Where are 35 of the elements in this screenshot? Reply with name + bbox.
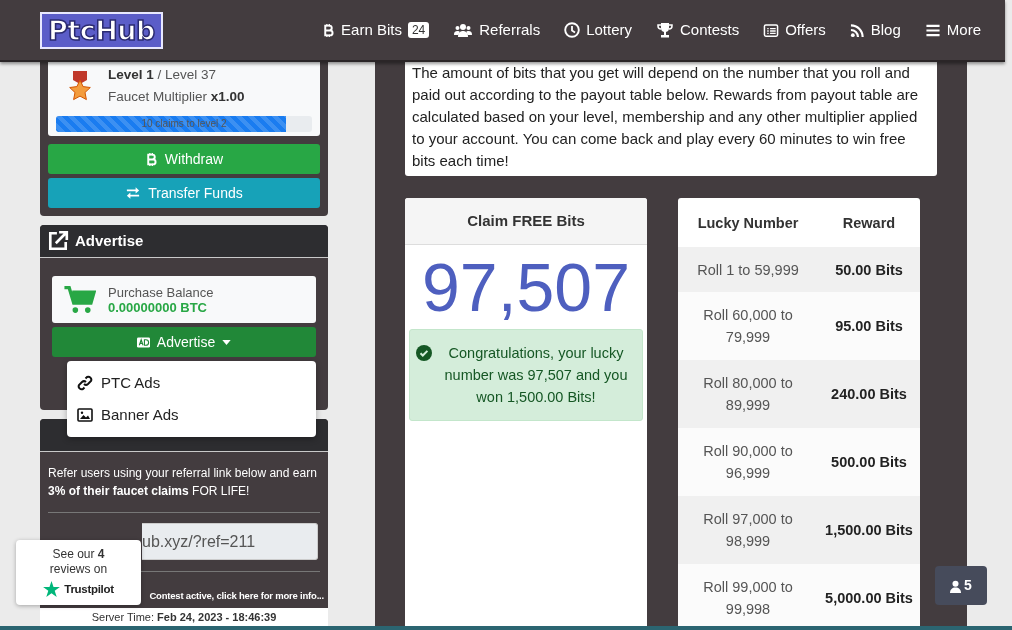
card-title: Claim FREE Bits — [405, 198, 647, 245]
table-cell: Roll 90,000 to 96,999 — [678, 428, 818, 496]
lucky-number: 97,507 — [421, 248, 631, 327]
contest-link[interactable]: Contest active, click here for more info... — [149, 590, 324, 601]
table-cell: 500.00 Bits — [818, 428, 920, 496]
referral-text: Refer users using your referral link below and earn 3% of their faucet claims FOR LIFE! — [47, 465, 318, 500]
table-cell: 1,500.00 Bits — [818, 496, 920, 564]
referral-link-field[interactable]: ub.xyz/?ref=211 — [142, 523, 318, 560]
server-time: Server Time: Feb 24, 2023 - 18:46:39 — [40, 608, 328, 626]
success-message: Congratulations, your lucky number was 97,507 and you won 1,500.00 Bits! — [443, 344, 629, 407]
table-cell: 240.00 Bits — [818, 360, 920, 428]
balance-label: Purchase Balance — [108, 284, 214, 300]
trustpilot-label: Trustpilot — [64, 581, 114, 597]
online-count: 5 — [964, 576, 972, 595]
online-users-badge[interactable]: 5 — [935, 566, 987, 605]
reviews-text: See our 4 reviews on — [48, 547, 109, 577]
table-cell: 95.00 Bits — [818, 292, 920, 360]
advertise-dropdown-button[interactable]: Advertise — [52, 327, 316, 357]
balance-value: 0.00000000 BTC — [108, 299, 208, 315]
level-text: Level 1 / Level 37 — [108, 66, 218, 84]
table-cell: Roll 1 to 59,999 — [678, 247, 818, 292]
column-header: Lucky Number — [678, 198, 818, 247]
table-cell: Roll 97,000 to 98,999 — [678, 496, 818, 564]
dropdown-item[interactable]: Banner Ads — [67, 399, 316, 431]
table-cell: Roll 60,000 to 79,999 — [678, 292, 818, 360]
table-cell: 50.00 Bits — [818, 247, 920, 292]
dropdown-item[interactable]: PTC Ads — [67, 367, 316, 399]
count-badge: 24 — [407, 22, 430, 38]
logo[interactable]: PtcHub — [40, 11, 163, 49]
trustpilot-widget[interactable]: See our 4 reviews on Trustpilot — [16, 540, 141, 605]
multiplier-text: Faucet Multiplier x1.00 — [108, 88, 245, 106]
progress-label: 10 claims to level 2 — [140, 117, 228, 131]
table-cell: Roll 80,000 to 89,999 — [678, 360, 818, 428]
column-header: Reward — [818, 198, 920, 247]
panel-title: Advertise — [75, 230, 144, 251]
